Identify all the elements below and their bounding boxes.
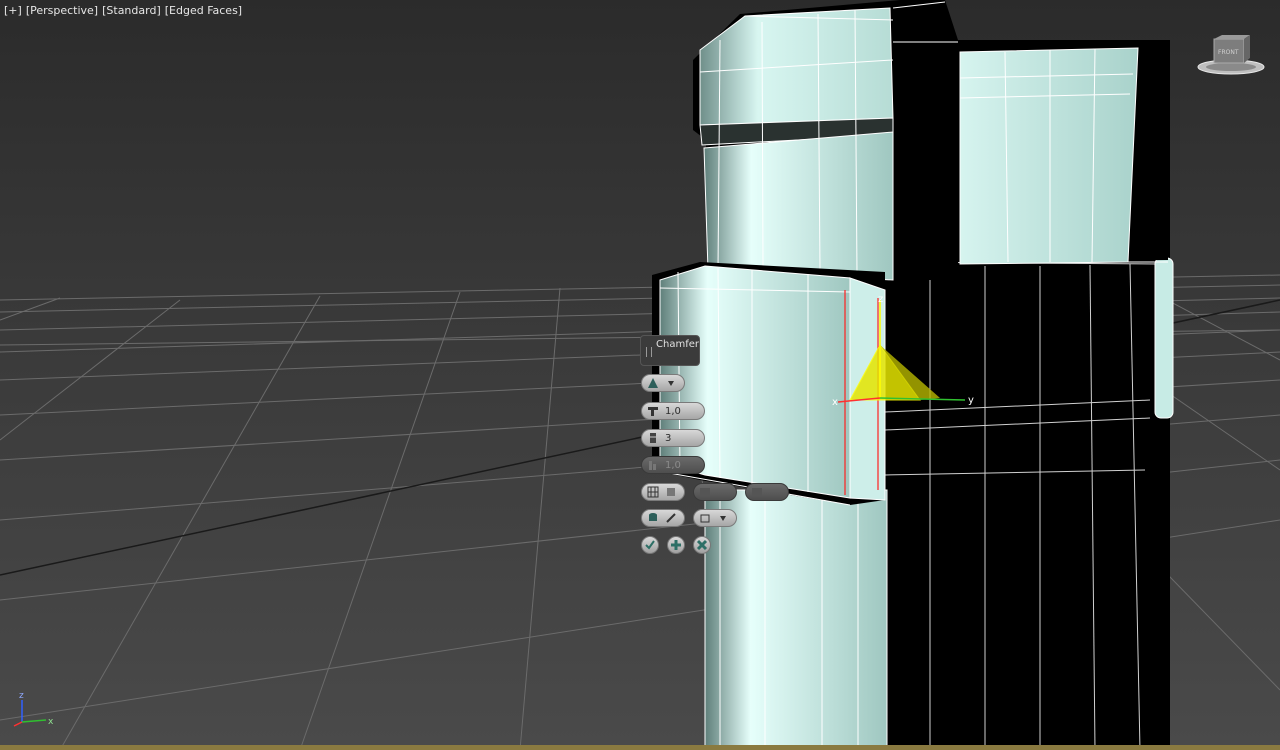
cancel-icon[interactable] <box>693 536 711 554</box>
chevron-down-icon <box>668 381 674 386</box>
tension-icon <box>649 461 656 470</box>
grid-icon <box>647 486 659 498</box>
chamfer-caddy-title[interactable]: Chamfer <box>640 335 700 366</box>
pencil-icon <box>666 513 676 523</box>
viewport-general-menu[interactable]: [+] <box>4 4 22 17</box>
open-chamfer-toggle[interactable] <box>641 483 685 501</box>
connect-edge-segments-field[interactable]: 3 <box>641 429 705 447</box>
invert-open-toggle[interactable] <box>693 483 737 501</box>
segments-icon <box>650 433 656 443</box>
mesh-top-right-panel <box>958 44 1168 265</box>
gizmo-x-label: x <box>832 397 838 408</box>
caddy-row-type <box>641 374 685 392</box>
scene-view[interactable]: y z x <box>0 0 1280 750</box>
viewport-pov-menu[interactable]: [Perspective] <box>26 4 98 17</box>
smooth-type-dropdown[interactable] <box>693 509 737 527</box>
tension-value: 1,0 <box>665 459 681 471</box>
viewport-standard-menu[interactable]: [Standard] <box>102 4 161 17</box>
chamfer-type-dropdown[interactable] <box>641 374 685 392</box>
mesh-upper-cylinder <box>693 0 958 281</box>
viewport-label-menu: [+] [Perspective] [Standard] [Edged Face… <box>4 4 242 17</box>
cube-icon <box>700 514 710 523</box>
tension-field[interactable]: 1,0 <box>641 456 705 474</box>
square-icon <box>667 488 675 496</box>
apply-icon[interactable] <box>667 536 685 554</box>
viewcube-icon[interactable]: FRONT <box>1196 34 1266 76</box>
caddy-title-text: Chamfer <box>656 339 699 350</box>
list-icon <box>700 488 710 496</box>
caddy-drag-grip-icon[interactable] <box>646 347 652 357</box>
edge-chamfer-amount-value: 1,0 <box>665 405 681 417</box>
amount-icon <box>648 407 658 416</box>
gizmo-y-label: y <box>968 395 974 406</box>
quad-chamfer-toggle[interactable] <box>745 483 789 501</box>
cylinder-icon <box>649 513 657 521</box>
edge-chamfer-amount-field[interactable]: 1,0 <box>641 402 705 420</box>
tripod-x-label: x <box>48 717 54 727</box>
gizmo-z-label: z <box>878 294 883 305</box>
smooth-toggle[interactable] <box>641 509 685 527</box>
axis-tripod-icon: z x <box>8 690 58 730</box>
viewport-shading-menu[interactable]: [Edged Faces] <box>165 4 242 17</box>
chevron-down-icon <box>720 516 726 521</box>
quad-icon <box>752 488 762 496</box>
ok-icon[interactable] <box>641 536 659 554</box>
mesh-lower-cylinder <box>704 489 888 750</box>
tripod-z-label: z <box>19 691 24 701</box>
viewcube-face-label: FRONT <box>1218 49 1239 56</box>
chamfer-type-icon <box>648 378 658 388</box>
connect-edge-segments-value: 3 <box>665 432 672 444</box>
perspective-viewport[interactable]: y z x [+] [Perspective] [Standard] [Edge… <box>0 0 1280 750</box>
